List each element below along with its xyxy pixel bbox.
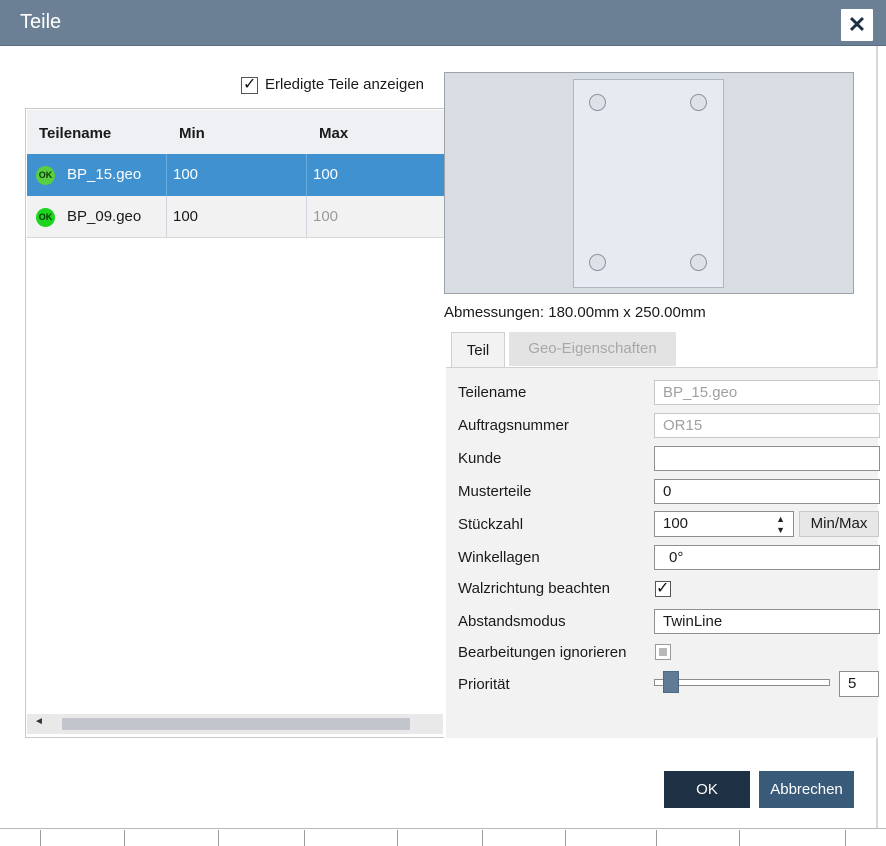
priority-value-field[interactable]: 5 — [839, 671, 879, 697]
stueckzahl-stepper[interactable]: 100 ▲ ▼ — [654, 511, 794, 537]
kunde-label: Kunde — [458, 450, 502, 467]
bearbeitungen-label: Bearbeitungen ignorieren — [458, 644, 627, 661]
abstandsmodus-label: Abstandsmodus — [458, 613, 566, 630]
checkmark-icon: ✓ — [243, 76, 257, 93]
stueckzahl-label: Stückzahl — [458, 516, 524, 533]
ok-button[interactable]: OK — [664, 771, 750, 808]
hole-icon — [589, 254, 606, 271]
walzrichtung-checkbox[interactable]: ✓ — [655, 580, 671, 597]
max-cell: 100 — [313, 166, 339, 183]
show-done-checkbox[interactable]: ✓ — [241, 76, 258, 94]
part-name-cell: BP_15.geo — [67, 166, 142, 183]
musterteile-label: Musterteile — [458, 483, 532, 500]
status-ok-icon: OK — [36, 166, 55, 185]
window-title: Teile — [20, 11, 62, 33]
scrollbar-thumb[interactable] — [62, 718, 410, 730]
close-button[interactable]: ✕ — [841, 9, 873, 41]
dimensions-text: Abmessungen: 180.00mm x 250.00mm — [444, 304, 706, 321]
column-header-min[interactable]: Min — [179, 125, 205, 142]
scroll-left-icon[interactable]: ◄ — [34, 716, 44, 727]
show-done-label: Erledigte Teile anzeigen — [265, 76, 425, 93]
teilename-label: Teilename — [458, 384, 527, 401]
min-max-button[interactable]: Min/Max — [799, 511, 879, 537]
hole-icon — [690, 254, 707, 271]
priority-slider-thumb[interactable] — [663, 671, 679, 693]
close-icon: ✕ — [847, 12, 867, 37]
max-cell: 100 — [313, 208, 339, 225]
tab-geo-eigenschaften[interactable]: Geo-Eigenschaften — [509, 332, 676, 366]
column-header-max[interactable]: Max — [319, 125, 348, 142]
part-name-cell: BP_09.geo — [67, 208, 142, 225]
column-header-name[interactable]: Teilename — [39, 125, 111, 142]
hole-icon — [589, 94, 606, 111]
spin-arrows-icon[interactable]: ▲ ▼ — [776, 514, 785, 536]
winkellagen-label: Winkellagen — [458, 549, 540, 566]
hole-icon — [690, 94, 707, 111]
min-cell: 100 — [173, 208, 199, 225]
checkmark-icon: ✓ — [656, 580, 670, 597]
auftragsnummer-label: Auftragsnummer — [458, 417, 569, 434]
min-cell: 100 — [173, 166, 199, 183]
musterteile-field[interactable]: 0 — [654, 479, 880, 504]
teilename-field[interactable]: BP_15.geo — [654, 380, 880, 405]
winkellagen-field[interactable]: 0° — [654, 545, 880, 570]
status-ok-icon: OK — [36, 208, 55, 227]
tab-teil[interactable]: Teil — [451, 332, 505, 368]
priority-slider-track[interactable] — [654, 679, 830, 686]
stueckzahl-value: 100 — [663, 515, 689, 532]
walzrichtung-label: Walzrichtung beachten — [458, 580, 611, 597]
abstandsmodus-select[interactable]: TwinLine — [654, 609, 880, 634]
background-window-edge — [0, 828, 886, 846]
prioritaet-label: Priorität — [458, 676, 510, 693]
kunde-field[interactable] — [654, 446, 880, 471]
auftragsnummer-field[interactable]: OR15 — [654, 413, 880, 438]
cancel-button[interactable]: Abbrechen — [759, 771, 854, 808]
indeterminate-icon — [659, 648, 667, 656]
title-bar — [0, 0, 886, 46]
